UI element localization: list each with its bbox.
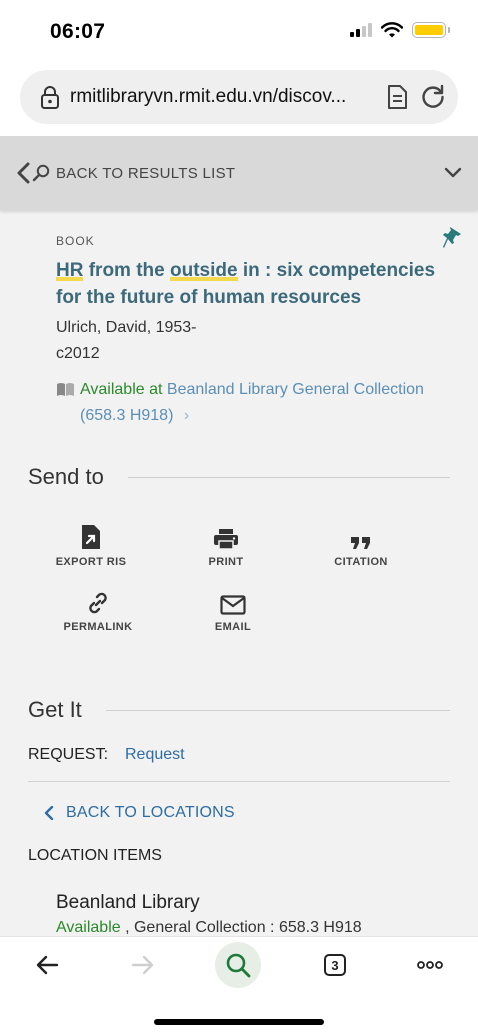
link-icon bbox=[89, 592, 107, 614]
send-to-heading: Send to bbox=[28, 464, 104, 489]
availability-status: Available at bbox=[80, 381, 163, 398]
lock-icon bbox=[41, 86, 59, 109]
record-detail: BOOK HR from the outside in : six compet… bbox=[0, 210, 478, 936]
item-status: Available bbox=[56, 919, 121, 936]
forward-button[interactable] bbox=[118, 943, 168, 987]
reload-icon[interactable] bbox=[420, 84, 446, 110]
back-to-results-label[interactable]: BACK TO RESULTS LIST bbox=[56, 165, 444, 182]
wifi-icon bbox=[381, 22, 403, 38]
battery-icon bbox=[412, 22, 450, 38]
availability[interactable]: Available at Beanland Library General Co… bbox=[56, 377, 456, 429]
arrow-left-icon bbox=[36, 955, 59, 975]
print-button[interactable]: PRINT bbox=[156, 520, 296, 568]
tab-count: 3 bbox=[324, 954, 346, 976]
search-button[interactable] bbox=[215, 942, 261, 988]
status-time: 06:07 bbox=[50, 20, 106, 43]
status-icons bbox=[350, 22, 450, 38]
quote-icon bbox=[351, 537, 370, 549]
get-it-heading: Get It bbox=[28, 697, 82, 722]
chevron-left-icon[interactable] bbox=[16, 162, 32, 184]
more-button[interactable] bbox=[405, 943, 455, 987]
arrow-right-icon bbox=[131, 955, 154, 975]
record-type: BOOK bbox=[56, 234, 95, 248]
printer-icon bbox=[214, 529, 238, 550]
status-bar: 06:07 bbox=[0, 0, 478, 62]
chevron-right-icon[interactable]: › bbox=[184, 407, 189, 424]
record-author: Ulrich, David, 1953- bbox=[56, 319, 197, 336]
item-detail: , General Collection : 658.3 H918 bbox=[120, 919, 362, 936]
citation-button[interactable]: CITATION bbox=[291, 520, 431, 568]
record-summary: BOOK HR from the outside in : six compet… bbox=[56, 234, 456, 429]
record-title[interactable]: HR from the outside in : six competencie… bbox=[56, 257, 456, 311]
send-to-header: Send to bbox=[28, 464, 450, 490]
citation-label: CITATION bbox=[334, 556, 388, 568]
tabs-button[interactable]: 3 bbox=[310, 943, 360, 987]
address-bar[interactable]: rmitlibraryvn.rmit.edu.vn/discov... bbox=[20, 70, 458, 124]
signal-icon bbox=[350, 23, 372, 37]
back-to-locations-button[interactable]: BACK TO LOCATIONS bbox=[44, 804, 235, 822]
home-indicator[interactable] bbox=[154, 1019, 324, 1025]
url-text[interactable]: rmitlibraryvn.rmit.edu.vn/discov... bbox=[70, 86, 386, 108]
browser-toolbar: rmitlibraryvn.rmit.edu.vn/discov... bbox=[0, 62, 478, 136]
divider bbox=[127, 476, 450, 478]
export-ris-icon bbox=[82, 525, 100, 549]
back-to-locations-label[interactable]: BACK TO LOCATIONS bbox=[66, 804, 235, 822]
record-year: c2012 bbox=[56, 345, 100, 362]
export-ris-label: EXPORT RIS bbox=[55, 556, 127, 568]
item-availability: Available , General Collection : 658.3 H… bbox=[56, 919, 362, 936]
more-icon bbox=[417, 961, 443, 969]
reader-mode-icon[interactable] bbox=[386, 84, 408, 110]
request-label: REQUEST: bbox=[28, 746, 109, 763]
request-link[interactable]: Request bbox=[125, 746, 185, 781]
back-to-results-bar[interactable]: BACK TO RESULTS LIST bbox=[0, 136, 478, 210]
email-button[interactable]: EMAIL bbox=[163, 585, 303, 633]
chevron-left-icon bbox=[44, 806, 54, 820]
book-icon bbox=[57, 383, 74, 396]
chevron-down-icon[interactable] bbox=[444, 167, 462, 179]
email-label: EMAIL bbox=[214, 621, 252, 633]
library-name[interactable]: Beanland Library bbox=[56, 892, 200, 914]
back-button[interactable] bbox=[22, 943, 72, 987]
get-it-header: Get It bbox=[28, 697, 450, 723]
export-ris-button[interactable]: EXPORT RIS bbox=[21, 520, 161, 568]
request-row: REQUEST: Request bbox=[28, 746, 450, 782]
bottom-toolbar: 3 bbox=[0, 936, 478, 1034]
print-label: PRINT bbox=[208, 556, 244, 568]
envelope-icon bbox=[220, 595, 246, 615]
permalink-label: PERMALINK bbox=[63, 621, 133, 633]
divider bbox=[105, 709, 450, 711]
permalink-button[interactable]: PERMALINK bbox=[28, 585, 168, 633]
location-items-label: LOCATION ITEMS bbox=[28, 847, 162, 864]
search-icon bbox=[32, 164, 50, 182]
search-icon bbox=[226, 953, 251, 978]
